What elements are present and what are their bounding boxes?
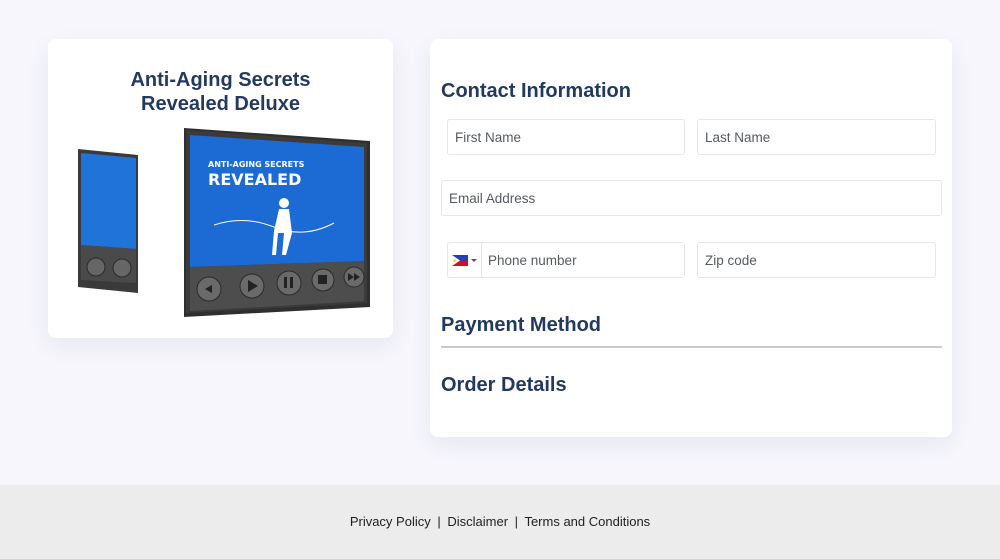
- cover-title-line1: ANTI-AGING SECRETS: [208, 160, 305, 169]
- contact-information-heading: Contact Information: [441, 80, 631, 102]
- phone-number-input[interactable]: [482, 243, 684, 277]
- video-player-mockup-icon: ANTI-AGING SECRETS REVEALED: [78, 128, 370, 317]
- phone-field: [447, 242, 685, 278]
- product-title: Anti-Aging Secrets Revealed Deluxe: [130, 69, 311, 115]
- footer-separator: |: [514, 514, 519, 529]
- email-address-input[interactable]: [441, 180, 942, 216]
- payment-method-heading: Payment Method: [441, 314, 602, 336]
- chevron-down-icon: [471, 258, 477, 262]
- footer-separator: |: [437, 514, 441, 529]
- cover-title-line2: REVEALED: [208, 170, 301, 189]
- privacy-policy-link[interactable]: Privacy Policy: [350, 514, 431, 529]
- disclaimer-link[interactable]: Disclaimer: [447, 514, 508, 529]
- footer: Privacy Policy | Disclaimer | Terms and …: [0, 485, 1000, 559]
- center-player-icon: ANTI-AGING SECRETS REVEALED: [184, 128, 370, 317]
- payment-divider: [441, 346, 942, 348]
- product-card: Anti-Aging Secrets Revealed Deluxe ANTI-…: [48, 39, 393, 338]
- last-name-input[interactable]: [697, 119, 936, 155]
- first-name-input[interactable]: [447, 119, 685, 155]
- terms-and-conditions-link[interactable]: Terms and Conditions: [524, 514, 650, 529]
- philippines-flag-icon: [452, 254, 468, 266]
- left-player-icon: [78, 149, 138, 293]
- zip-code-input[interactable]: [697, 242, 936, 278]
- checkout-form-card: Contact Information Payment Method Order…: [430, 39, 952, 437]
- order-details-heading: Order Details: [441, 374, 567, 396]
- country-code-select[interactable]: [448, 243, 482, 277]
